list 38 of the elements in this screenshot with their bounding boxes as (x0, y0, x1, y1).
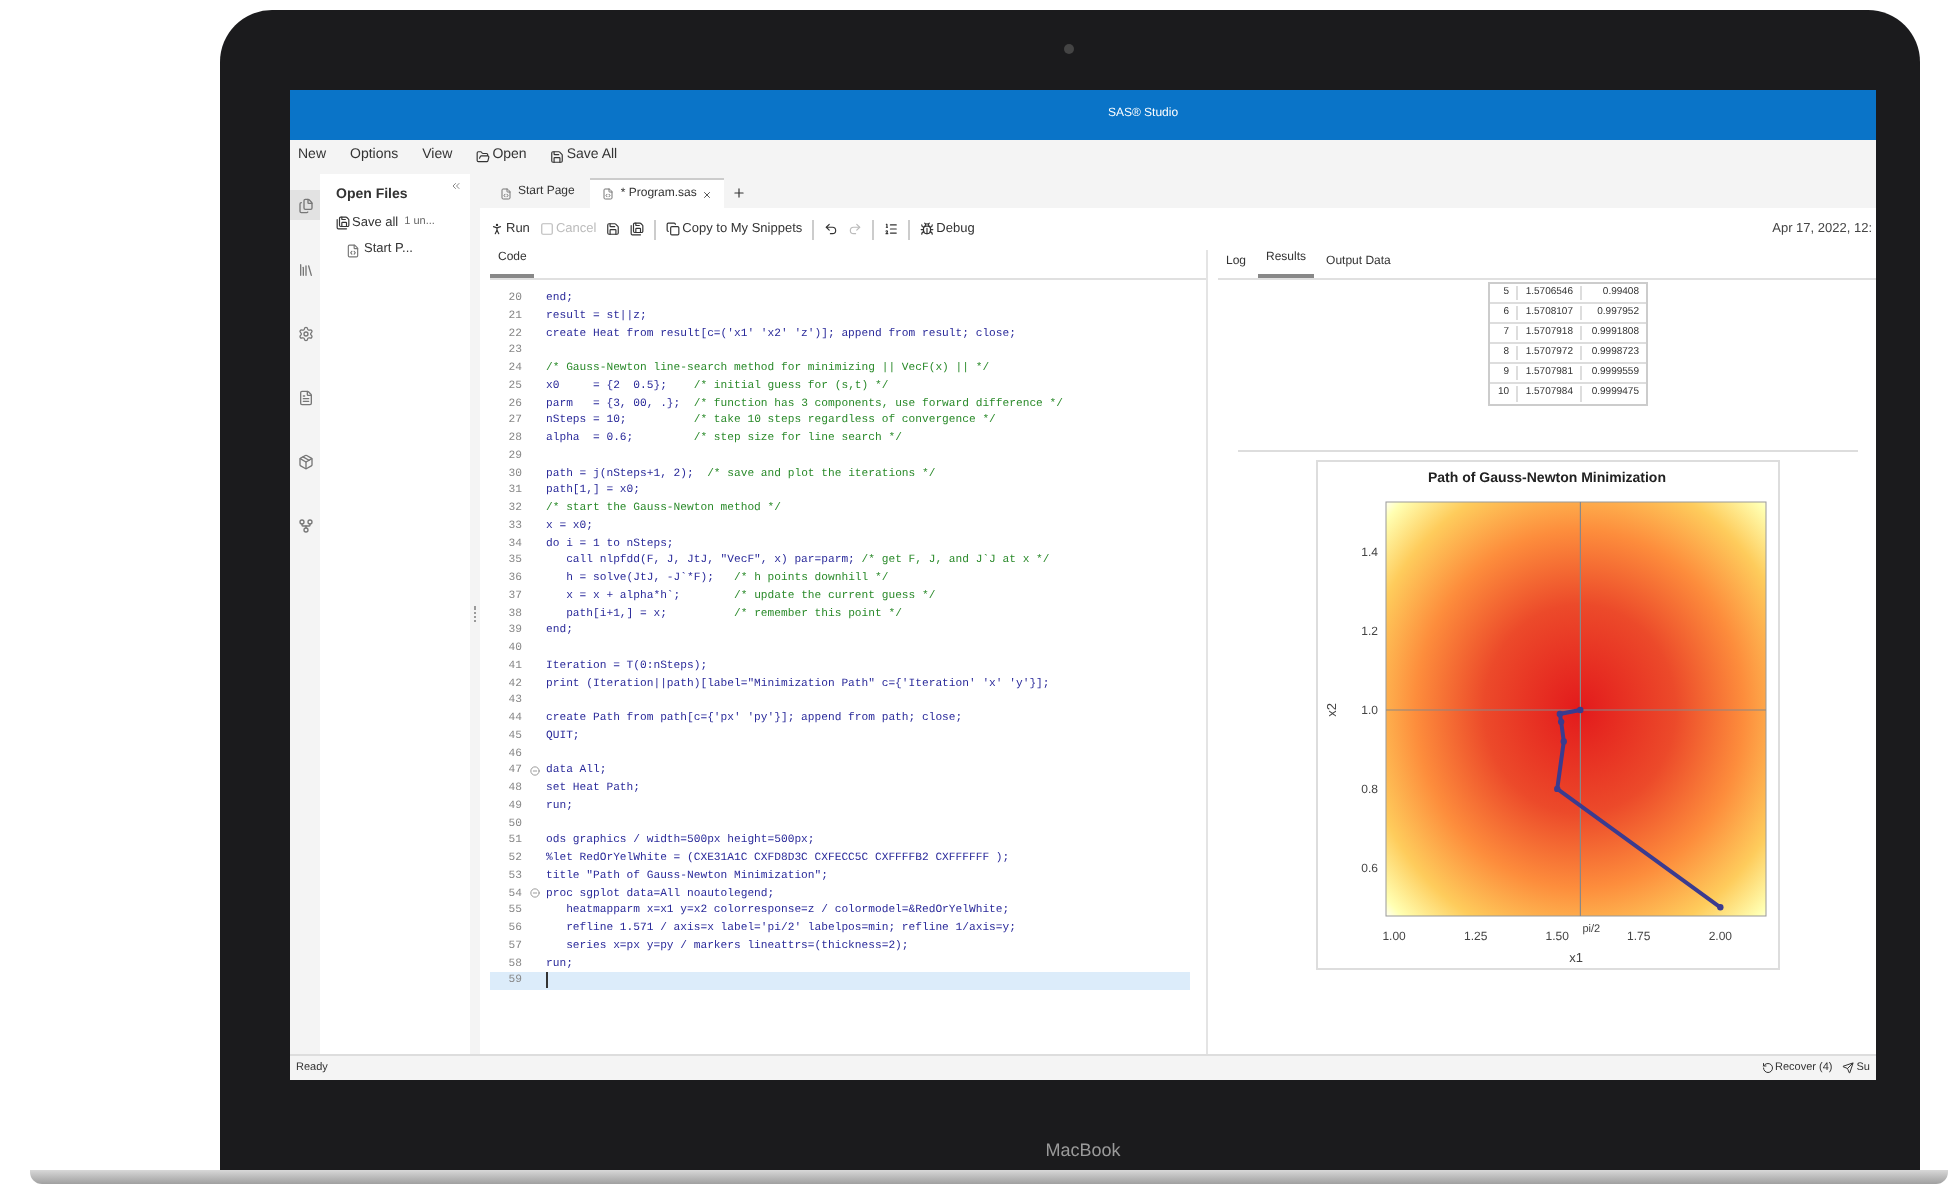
package-icon (297, 453, 313, 469)
file-icon (602, 188, 615, 200)
save-icon (336, 215, 350, 230)
send-icon (1842, 1062, 1855, 1074)
list-icon (884, 222, 899, 236)
collapse-icon[interactable] (450, 180, 462, 192)
point (1559, 737, 1566, 744)
device-label: MacBook (1045, 1137, 1121, 1163)
text-cursor (546, 972, 548, 989)
file-icon (346, 243, 360, 258)
save-icon (606, 222, 621, 236)
point (1576, 705, 1583, 713)
splitter-handle[interactable] (474, 606, 476, 622)
files-icon (297, 197, 313, 213)
camera-icon (1064, 44, 1074, 54)
file-icon (297, 389, 313, 405)
undo-icon (824, 222, 839, 236)
settings-icon (297, 325, 313, 341)
folder-icon (476, 150, 491, 164)
running-person-icon (490, 222, 504, 236)
save-as-icon (630, 222, 645, 236)
library-icon (297, 261, 313, 277)
bug-icon (920, 222, 935, 236)
undo-button[interactable] (824, 222, 839, 236)
line-numbers-button[interactable] (884, 222, 899, 236)
redo-icon (848, 222, 863, 236)
fork-icon (297, 517, 313, 533)
copy-icon (666, 222, 681, 236)
point (1555, 709, 1563, 717)
add-tab-icon[interactable] (732, 186, 747, 200)
point (1716, 903, 1723, 910)
save-icon (550, 150, 565, 164)
file-icon (500, 187, 512, 199)
save-button[interactable] (606, 222, 621, 236)
sidebar-tab[interactable] (290, 190, 320, 220)
stop-icon (539, 222, 554, 236)
undo-icon (1761, 1062, 1774, 1074)
save-as-button[interactable] (630, 222, 645, 236)
